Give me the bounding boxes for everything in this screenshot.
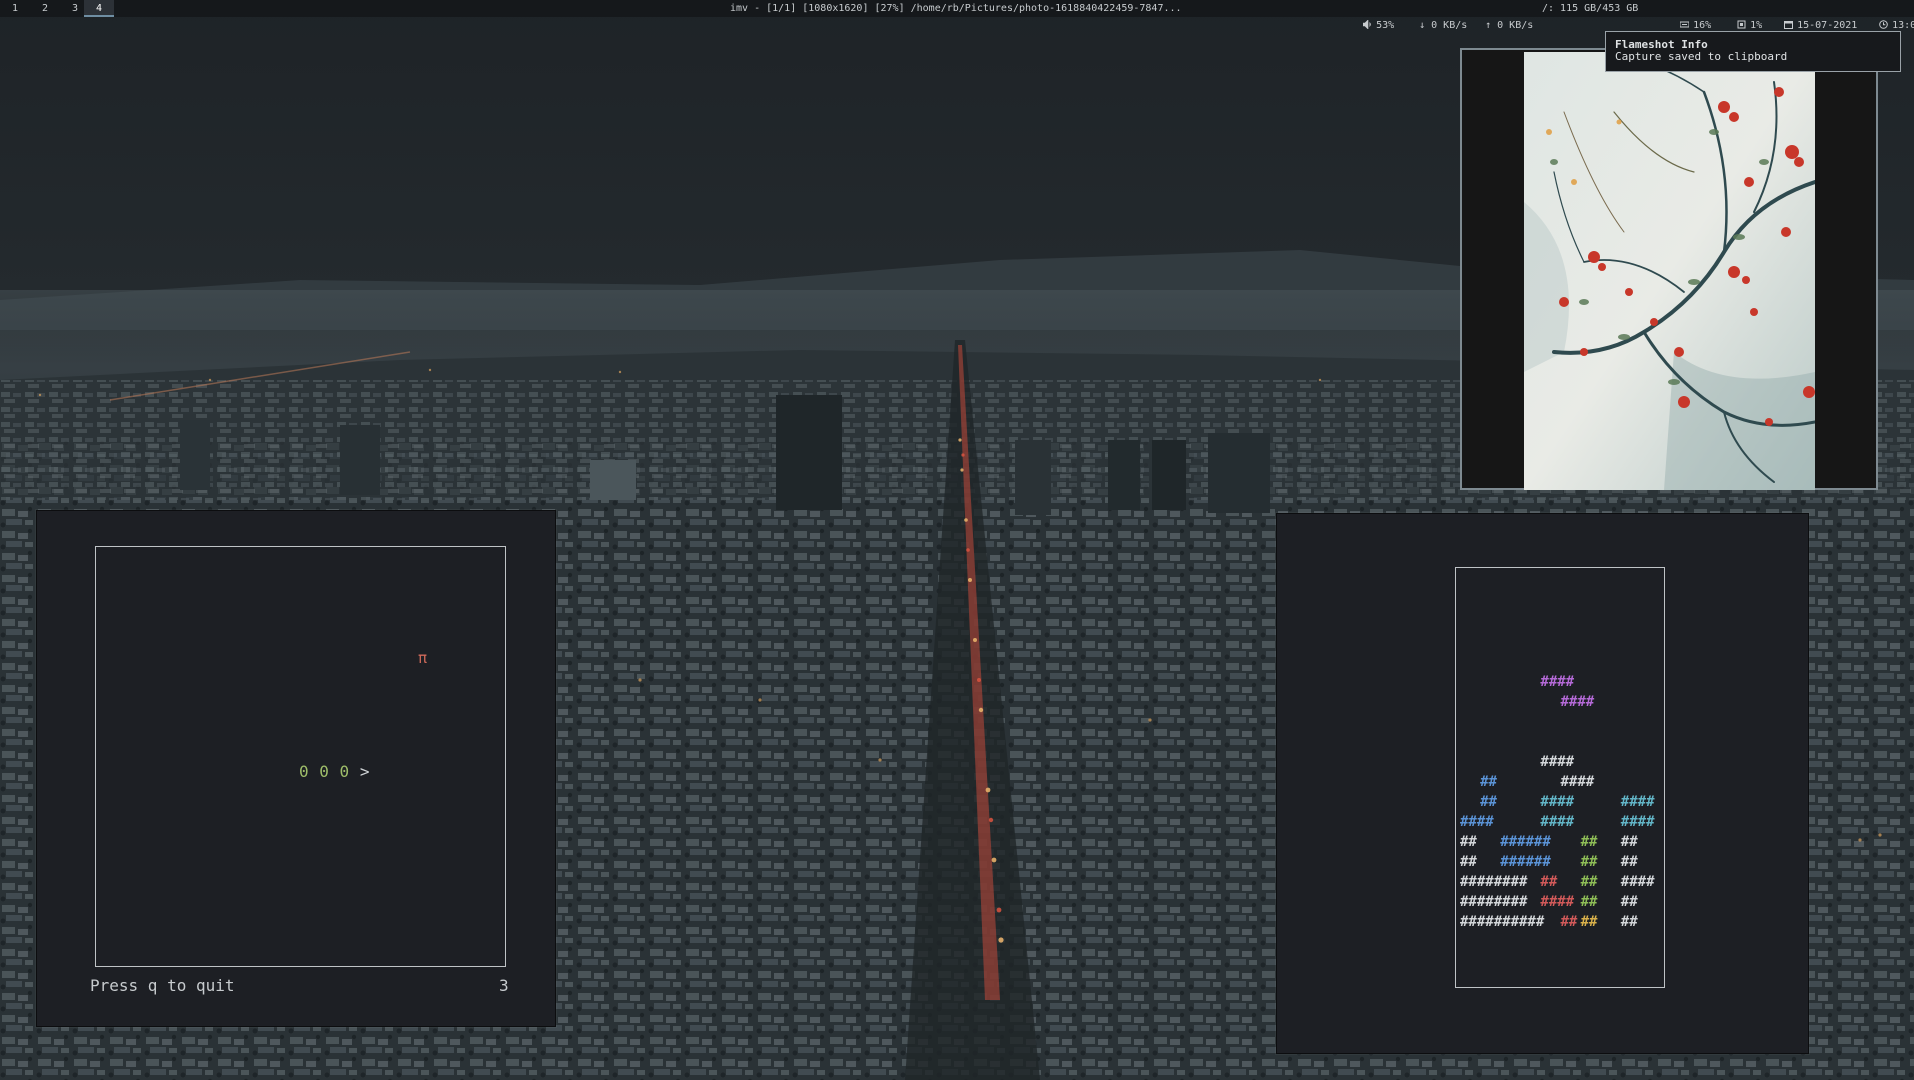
quit-hint: Press q to quit xyxy=(90,976,235,995)
flower-branch-photo xyxy=(1524,52,1815,490)
tetris-block: ## xyxy=(1480,794,1497,810)
snake-food: π xyxy=(418,649,428,667)
tetris-block: ## xyxy=(1560,914,1578,930)
date-value: 15-07-2021 xyxy=(1797,20,1858,31)
tetris-block: ## xyxy=(1460,834,1477,850)
snake-head: > xyxy=(359,762,370,781)
snake-score: 3 xyxy=(499,976,509,995)
tetris-block: ## xyxy=(1620,894,1638,910)
workspace-4[interactable]: 4 xyxy=(84,0,114,17)
upload-value: 0 KB/s xyxy=(1497,20,1534,31)
tetris-block: ## xyxy=(1480,774,1497,790)
speaker-icon xyxy=(1363,20,1371,29)
tetris-block: ## xyxy=(1580,834,1598,850)
tetris-block: ###### xyxy=(1500,854,1551,870)
workspace-2[interactable]: 2 xyxy=(30,0,60,17)
tetris-block: ## xyxy=(1620,854,1638,870)
tetris-block: ## xyxy=(1580,914,1598,930)
image-viewer-window[interactable] xyxy=(1460,48,1878,490)
tetris-block: ## xyxy=(1580,854,1598,870)
snake: 0 0 0 > xyxy=(299,762,370,781)
tetris-block: ########## xyxy=(1460,914,1545,930)
cpu-icon xyxy=(1737,20,1746,29)
volume-value: 53% xyxy=(1376,20,1395,31)
active-window-title: imv - [1/1] [1080x1620] [27%] /home/rb/P… xyxy=(730,3,1182,14)
tetris-block: #### xyxy=(1540,894,1575,910)
flameshot-notification[interactable]: Flameshot Info Capture saved to clipboar… xyxy=(1605,31,1901,72)
disk-usage: /: 115 GB/453 GB xyxy=(1542,3,1639,14)
memory-value: 16% xyxy=(1693,20,1712,31)
tetris-block: ######## xyxy=(1460,874,1528,890)
notification-body: Capture saved to clipboard xyxy=(1615,50,1788,63)
calendar-icon xyxy=(1784,21,1794,29)
snake-game-terminal[interactable]: π 0 0 0 > Press q to quit 3 xyxy=(36,510,556,1027)
snake-body: 0 0 0 xyxy=(299,762,350,781)
upload-speed: ↑ 0 KB/s xyxy=(1461,0,1533,51)
time-value: 13:04 xyxy=(1892,20,1914,31)
tetris-block: #### xyxy=(1540,674,1575,690)
memory-icon xyxy=(1680,21,1690,28)
snake-playfield: π 0 0 0 > xyxy=(95,546,506,967)
tetris-block: #### xyxy=(1560,774,1595,790)
tetris-block: #### xyxy=(1620,814,1655,830)
tetris-block: #### xyxy=(1620,794,1655,810)
tetris-block: #### xyxy=(1560,694,1595,710)
tetris-block: ## xyxy=(1460,854,1477,870)
status-bar: 1 2 3 4 imv - [1/1] [1080x1620] [27%] /h… xyxy=(0,0,1914,31)
tetris-game-terminal[interactable]: #### #### #### ## #### ## #### #### #### #### ####… xyxy=(1276,513,1809,1054)
tetris-block: ## xyxy=(1620,914,1638,930)
arrow-up-icon: ↑ xyxy=(1485,20,1498,31)
tetris-block: ## xyxy=(1580,874,1598,890)
tetris-block: #### xyxy=(1460,814,1494,830)
arrow-down-icon: ↓ xyxy=(1419,20,1432,31)
tetris-block: ###### xyxy=(1500,834,1551,850)
workspace-1[interactable]: 1 xyxy=(0,0,30,17)
clock-icon xyxy=(1879,20,1888,29)
tetris-block: ## xyxy=(1540,874,1558,890)
tetris-block: #### xyxy=(1540,794,1575,810)
tetris-block: ######## xyxy=(1460,894,1528,910)
tetris-block: #### xyxy=(1540,754,1575,770)
tetris-block: #### xyxy=(1540,814,1575,830)
volume-indicator[interactable]: 53% xyxy=(1339,0,1394,51)
tetris-playfield: #### #### #### ## #### ## #### #### #### #### ####… xyxy=(1455,567,1665,988)
download-speed: ↓ 0 KB/s xyxy=(1395,0,1467,51)
tetris-block: ## xyxy=(1620,834,1638,850)
tetris-block: #### xyxy=(1620,874,1655,890)
tetris-block: ## xyxy=(1580,894,1598,910)
